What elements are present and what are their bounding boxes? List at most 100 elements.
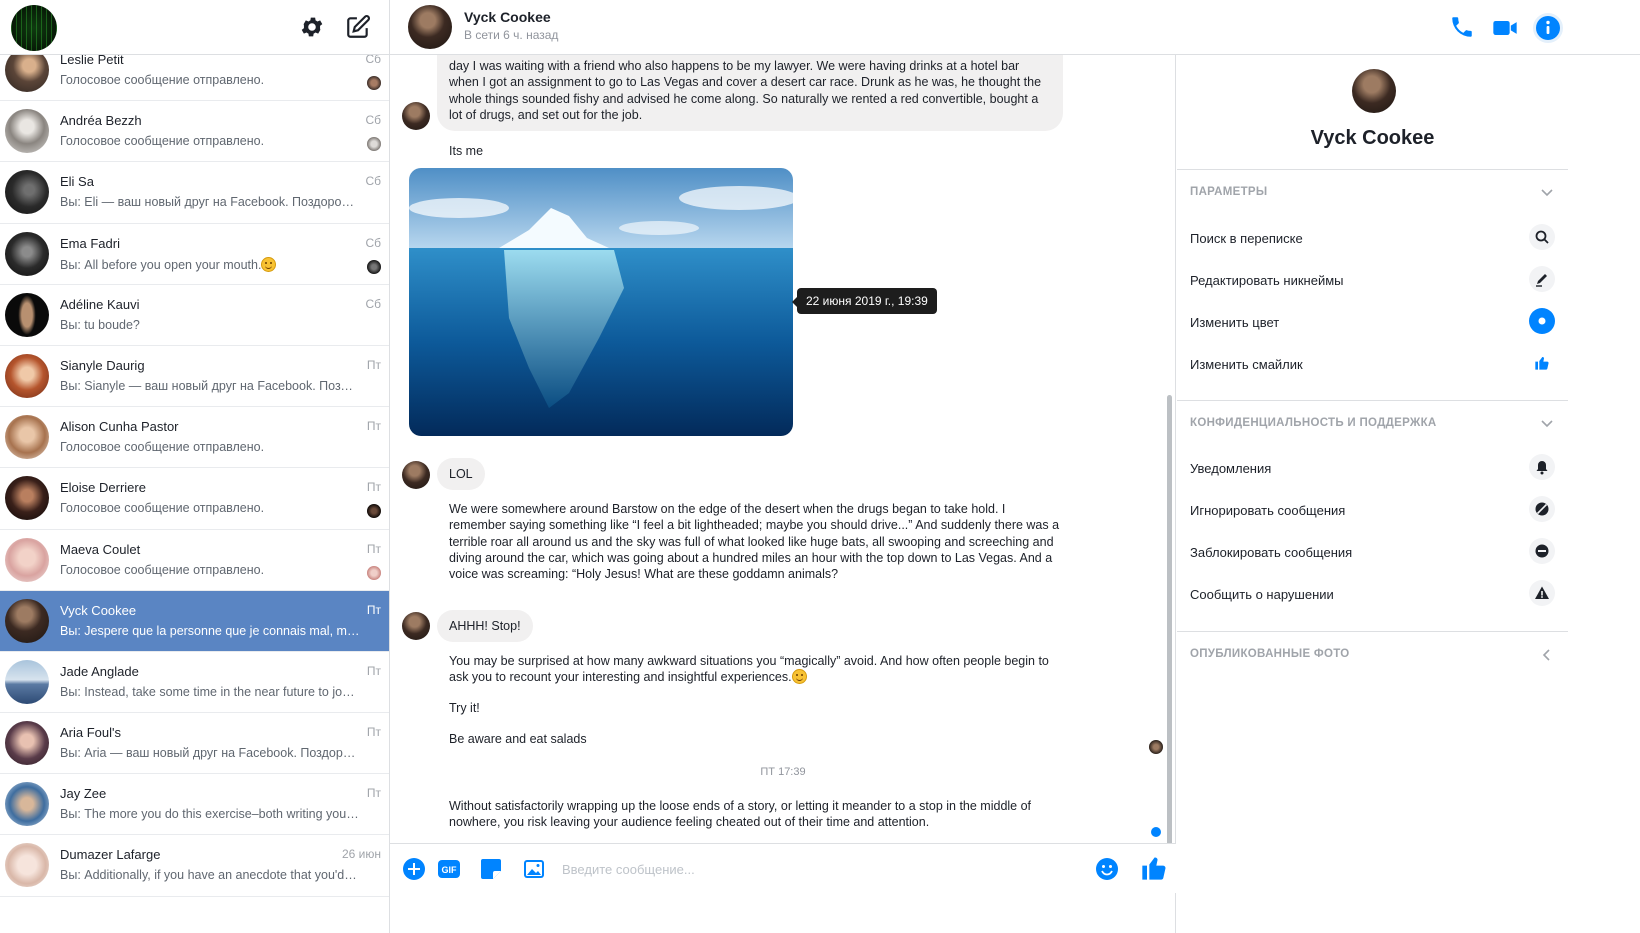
- compose-icon[interactable]: [345, 14, 371, 40]
- conversation-item[interactable]: Maeva Coulet Голосовое сообщение отправл…: [0, 530, 389, 591]
- thumbs-up-icon[interactable]: [1140, 854, 1168, 882]
- chevron-down-icon[interactable]: [1540, 417, 1554, 431]
- seen-avatar: [367, 76, 381, 90]
- timestamp-divider: ПТ 17:39: [760, 766, 806, 778]
- message-input[interactable]: [562, 858, 1082, 880]
- avatar: [5, 782, 49, 827]
- section-title[interactable]: ОПУБЛИКОВАННЫЕ ФОТО: [1190, 648, 1350, 660]
- settings-gear-icon[interactable]: [299, 14, 325, 40]
- conversation-item[interactable]: Ema Fadri Вы: All before you open your m…: [0, 224, 389, 285]
- chat-panel: day I was waiting with a friend who also…: [390, 0, 1176, 933]
- emoji-smile-icon[interactable]: [1095, 857, 1119, 881]
- conversation-item-active[interactable]: Vyck Cookee Вы: Jespere que la personne …: [0, 590, 389, 652]
- conversation-name: Alison Cunha Pastor: [60, 419, 179, 435]
- block-icon[interactable]: [1529, 538, 1555, 564]
- conversation-snippet: Голосовое сообщение отправлено.: [60, 73, 265, 87]
- section-title[interactable]: ПАРАМЕТРЫ: [1190, 186, 1267, 198]
- pencil-icon[interactable]: [1529, 266, 1555, 292]
- avatar: [5, 109, 49, 154]
- chevron-down-icon[interactable]: [1540, 186, 1554, 200]
- change-color-option[interactable]: Изменить цвет: [1190, 315, 1279, 330]
- avatar: [5, 353, 49, 398]
- conversation-time: Пт: [366, 786, 381, 801]
- conversation-snippet: Голосовое сообщение отправлено.: [60, 501, 265, 516]
- seen-avatar: [367, 565, 381, 580]
- avatar: [5, 598, 49, 643]
- conversation-item[interactable]: Adéline Kauvi Вы: tu boude? Сб: [0, 285, 389, 346]
- photo-date-tooltip: 22 июня 2019 г., 19:39: [792, 288, 937, 314]
- message-bubble: day I was waiting with a friend who also…: [437, 55, 1063, 132]
- chevron-left-icon[interactable]: [1540, 648, 1554, 662]
- search-icon[interactable]: [1529, 224, 1555, 250]
- search-in-conversation-option[interactable]: Поиск в переписке: [1190, 231, 1303, 246]
- message-bubble: AHHH! Stop!: [437, 610, 533, 643]
- photo-icon[interactable]: [522, 857, 546, 881]
- conversation-item[interactable]: Eloise Derriere Голосовое сообщение отпр…: [0, 468, 389, 530]
- bell-icon[interactable]: [1529, 454, 1555, 480]
- conversation-snippet: Вы: tu boude?: [60, 317, 140, 332]
- conversation-name: Dumazer Lafarge: [60, 847, 161, 863]
- svg-text:GIF: GIF: [442, 865, 458, 875]
- video-camera-icon[interactable]: [1491, 14, 1519, 42]
- snippet-text: Вы: All before you open your mouth.: [60, 257, 262, 272]
- read-receipt-avatar: [1149, 740, 1163, 754]
- warning-icon[interactable]: [1529, 580, 1555, 606]
- conversation-list: Leslie Petit Голосовое сообщение отправл…: [0, 40, 389, 897]
- contact-name[interactable]: Vyck Cookee: [464, 9, 551, 25]
- conversation-snippet: Вы: Additionally, if you have an anecdot…: [60, 868, 360, 883]
- report-option[interactable]: Сообщить о нарушении: [1190, 587, 1334, 602]
- conversation-name: Vyck Cookee: [60, 602, 137, 618]
- conversation-item[interactable]: Jade Anglade Вы: Instead, take some time…: [0, 652, 389, 714]
- avatar: [5, 537, 49, 582]
- gif-icon[interactable]: GIF: [437, 857, 461, 881]
- contact-avatar-large[interactable]: [1352, 69, 1396, 113]
- message-bubble: LOL: [437, 458, 485, 491]
- add-plus-icon[interactable]: [402, 857, 426, 881]
- phone-icon[interactable]: [1449, 14, 1477, 42]
- conversation-item[interactable]: Eli Sa Вы: Eli — ваш новый друг на Faceb…: [0, 162, 389, 224]
- conversation-item[interactable]: Aria Foul's Вы: Aria — ваш новый друг на…: [0, 713, 389, 775]
- block-messages-option[interactable]: Заблокировать сообщения: [1190, 545, 1352, 560]
- sticker-icon[interactable]: [479, 857, 503, 881]
- avatar: [5, 292, 49, 337]
- conversation-name: Ema Fadri: [60, 235, 120, 251]
- message-thread[interactable]: day I was waiting with a friend who also…: [390, 55, 1176, 843]
- conversation-name: Maeva Coulet: [60, 541, 141, 557]
- conversation-item[interactable]: Dumazer Lafarge Вы: Additionally, if you…: [0, 835, 389, 897]
- notifications-option[interactable]: Уведомления: [1190, 461, 1271, 476]
- conversation-item[interactable]: Alison Cunha Pastor Голосовое сообщение …: [0, 407, 389, 469]
- color-dot-icon[interactable]: [1529, 308, 1555, 334]
- contact-avatar[interactable]: [408, 5, 452, 49]
- iceberg-photo[interactable]: [409, 168, 793, 436]
- avatar: [5, 415, 49, 460]
- thumbs-up-icon[interactable]: [1529, 350, 1555, 376]
- conversation-item[interactable]: Andréa Bezzh Голосовое сообщение отправл…: [0, 101, 389, 163]
- conversation-item[interactable]: Jay Zee Вы: The more you do this exercis…: [0, 774, 389, 836]
- contact-name-large: Vyck Cookee: [1310, 127, 1435, 149]
- conversation-name: Sianyle Daurig: [60, 357, 145, 373]
- message-text-content: You may be surprised at how many awkward…: [449, 654, 1049, 685]
- message-scrollbar[interactable]: [1167, 395, 1172, 843]
- message-text: Without satisfactorily wrapping up the l…: [449, 799, 1032, 830]
- conversation-item[interactable]: Sianyle Daurig Вы: Sianyle — ваш новый д…: [0, 346, 389, 408]
- conversation-name: Jade Anglade: [60, 663, 139, 679]
- message-text: Its me: [449, 144, 484, 158]
- avatar: [5, 843, 49, 888]
- section-title[interactable]: КОНФИДЕНЦИАЛЬНОСТЬ И ПОДДЕРЖКА: [1190, 417, 1437, 429]
- avatar: [5, 231, 49, 276]
- conversation-name: Eloise Derriere: [60, 480, 146, 496]
- info-icon[interactable]: [1532, 12, 1564, 44]
- change-emoji-option[interactable]: Изменить смайлик: [1190, 357, 1303, 372]
- ignore-messages-option[interactable]: Игнорировать сообщения: [1190, 503, 1345, 518]
- conversation-time: Сб: [365, 296, 381, 311]
- conversation-snippet: Вы: The more you do this exercise–both w…: [60, 807, 360, 822]
- conversation-snippet: Голосовое сообщение отправлено.: [60, 440, 265, 455]
- edit-nicknames-option[interactable]: Редактировать никнеймы: [1190, 273, 1344, 288]
- conversation-snippet: Голосовое сообщение отправлено.: [60, 134, 265, 149]
- seen-avatar: [367, 259, 381, 274]
- seen-avatar: [367, 137, 381, 152]
- message-text: Be aware and eat salads: [449, 732, 587, 746]
- sidebar-header: [0, 0, 389, 55]
- mute-icon[interactable]: [1529, 496, 1555, 522]
- profile-avatar[interactable]: [11, 5, 57, 51]
